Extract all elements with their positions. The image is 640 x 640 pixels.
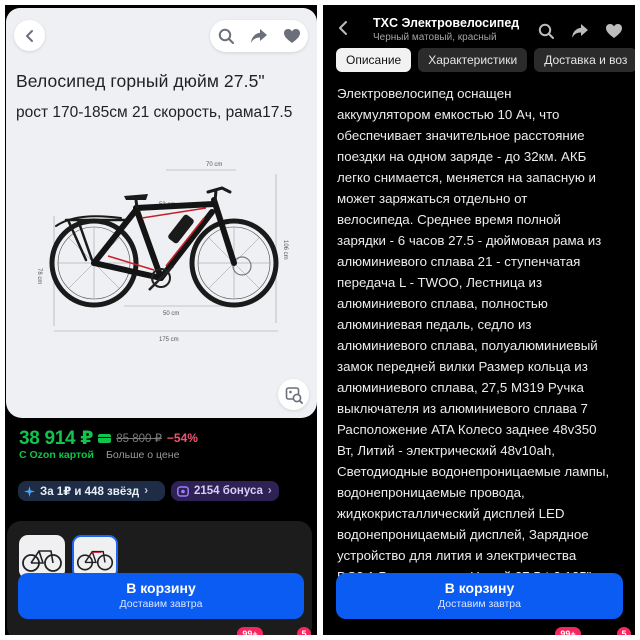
sparkle-icon xyxy=(24,485,35,497)
dim-height-left: 78 cm xyxy=(36,268,42,284)
share-button[interactable] xyxy=(244,21,274,51)
heart-icon xyxy=(283,29,300,43)
favorite-button[interactable] xyxy=(603,20,625,42)
stars-offer-pill[interactable]: За 1₽ и 448 звёзд › xyxy=(18,481,165,501)
dim-height-total: 106 cm xyxy=(282,240,288,260)
product-screen-right: TXC Электровелосипед Черный матовый, кра… xyxy=(323,5,635,635)
search-icon xyxy=(538,23,554,39)
search-button[interactable] xyxy=(535,20,557,42)
dim-length-total: 175 cm xyxy=(159,337,179,343)
price-current: 38 914 ₽ xyxy=(19,427,94,449)
product-tabs: Описание Характеристики Доставка и воз xyxy=(336,48,635,72)
back-icon xyxy=(25,29,33,42)
add-to-cart-label: В корзину xyxy=(444,580,515,596)
more-price-link[interactable]: Больше о цене xyxy=(106,449,179,461)
ozon-card-label: С Ozon картой xyxy=(19,449,94,461)
card-icon xyxy=(98,433,112,443)
stars-offer-label: За 1₽ и 448 звёзд xyxy=(40,486,140,498)
price-row: 38 914 ₽ 85 800 ₽ −54% xyxy=(19,425,198,451)
bike-photo: 70 cm 53 cm 106 cm 78 cm 50 cm 175 cm xyxy=(36,162,288,343)
share-icon xyxy=(250,29,267,43)
image-search-icon xyxy=(285,386,303,404)
share-icon xyxy=(572,24,588,38)
photo-title-line2: рост 170-185см 21 скорость, рама17.5 xyxy=(16,104,293,121)
cart-count-badge: 99+ xyxy=(555,627,581,635)
back-button[interactable] xyxy=(14,20,45,51)
price-old: 85 800 ₽ xyxy=(116,433,162,445)
back-button[interactable] xyxy=(336,20,350,41)
header-title: TXC Электровелосипед xyxy=(373,16,520,30)
search-icon xyxy=(218,28,234,44)
bike-thumbnail xyxy=(76,550,114,571)
add-to-cart-button[interactable]: В корзину Доставим завтра xyxy=(336,573,623,619)
chevron-right-icon: › xyxy=(267,485,272,497)
add-to-cart-button[interactable]: В корзину Доставим завтра xyxy=(18,573,304,619)
product-description: Электровелосипед оснащен аккумулятором е… xyxy=(337,86,610,584)
favorite-button[interactable] xyxy=(277,21,307,51)
search-button[interactable] xyxy=(211,21,241,51)
top-actions xyxy=(210,20,308,52)
dim-wheelbase: 50 cm xyxy=(163,311,179,317)
discount-badge: −54% xyxy=(166,431,198,445)
photo-title-line1: Велосипед горный дюйм 27.5" xyxy=(16,71,265,91)
image-search-button[interactable] xyxy=(278,379,309,410)
bonus-pill[interactable]: 2154 бонуса › xyxy=(171,481,279,501)
header-actions xyxy=(535,20,625,42)
product-gallery[interactable]: Велосипед горный дюйм 27.5" рост 170-185… xyxy=(6,8,317,418)
bonus-icon xyxy=(177,485,189,497)
dim-top-width: 70 cm xyxy=(206,162,222,168)
add-to-cart-label: В корзину xyxy=(126,580,196,596)
tab-delivery[interactable]: Доставка и воз xyxy=(534,48,635,72)
back-icon xyxy=(339,21,347,35)
heart-icon xyxy=(606,24,622,38)
favorites-count-badge: 5 xyxy=(297,627,311,635)
bonus-label: 2154 бонуса xyxy=(194,485,263,497)
delivery-label: Доставим завтра xyxy=(438,598,521,610)
cart-count-badge: 99+ xyxy=(237,627,263,635)
tab-characteristics[interactable]: Характеристики xyxy=(418,48,528,72)
tab-description[interactable]: Описание xyxy=(336,48,412,72)
header-subtitle: Черный матовый, красный xyxy=(373,32,497,43)
product-screen-left: Велосипед горный дюйм 27.5" рост 170-185… xyxy=(5,5,317,635)
delivery-label: Доставим завтра xyxy=(119,598,203,610)
favorites-count-badge: 5 xyxy=(617,627,631,635)
chevron-right-icon: › xyxy=(144,485,149,497)
share-button[interactable] xyxy=(569,20,591,42)
